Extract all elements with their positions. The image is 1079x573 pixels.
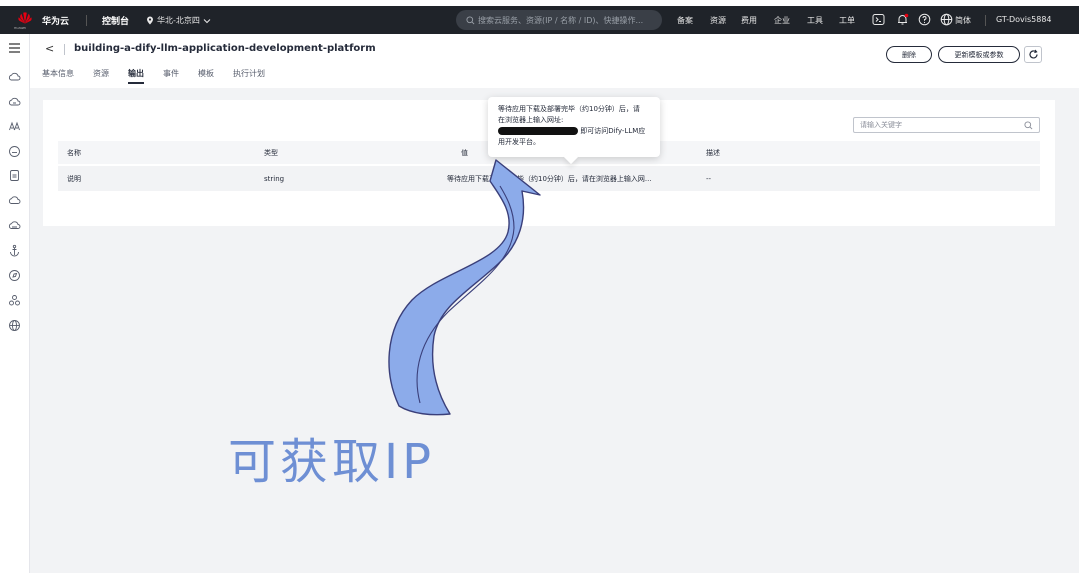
column-header-description: 描述 xyxy=(706,148,720,157)
keyword-search-input[interactable]: 请输入关键字 xyxy=(853,117,1040,133)
top-navigation-bar: HUAWEI 华为云 控制台 华北-北京四 搜索云服务、资源(IP / 名称 /… xyxy=(0,6,1079,34)
nav-item-tickets[interactable]: 工单 xyxy=(839,15,855,26)
cell-value[interactable]: 等待应用下载及部署完毕（约10分钟）后，请在浏览器上输入网... xyxy=(447,166,692,191)
cell-name: 说明 xyxy=(67,174,81,183)
tab-basic-info[interactable]: 基本信息 xyxy=(42,68,74,84)
hamburger-menu-icon[interactable] xyxy=(8,42,21,54)
search-icon xyxy=(1024,121,1033,130)
cell-type: string xyxy=(264,174,285,183)
console-link[interactable]: 控制台 xyxy=(102,14,129,27)
global-network-icon[interactable] xyxy=(8,319,21,332)
cloud-service-icon[interactable] xyxy=(8,71,21,84)
annotation-text: 可获取IP xyxy=(228,434,436,490)
chevron-down-icon xyxy=(203,18,211,23)
tab-events[interactable]: 事件 xyxy=(163,68,179,84)
cluster-icon[interactable] xyxy=(8,294,21,307)
cloud-storage-icon[interactable] xyxy=(8,96,21,109)
tooltip-line: 即可访问Dify-LLM应 xyxy=(498,126,650,137)
search-icon xyxy=(466,15,475,24)
tooltip-line: 在浏览器上输入网址: xyxy=(498,116,564,124)
tab-template[interactable]: 模板 xyxy=(198,68,214,84)
tab-execution-plan[interactable]: 执行计划 xyxy=(233,68,265,84)
terminal-icon[interactable] xyxy=(872,13,885,26)
page-title: building-a-dify-llm-application-developm… xyxy=(74,43,376,54)
nav-item-tools[interactable]: 工具 xyxy=(807,15,823,26)
anchor-icon[interactable] xyxy=(8,244,21,257)
nav-item-billing[interactable]: 费用 xyxy=(741,15,757,26)
global-search-input[interactable]: 搜索云服务、资源(IP / 名称 / ID)、快捷操作... xyxy=(456,10,662,30)
divider xyxy=(985,15,986,26)
tooltip-line: 等待应用下载及部署完毕（约10分钟）后，请 xyxy=(498,105,640,113)
column-header-name: 名称 xyxy=(67,148,81,157)
detail-tabs: 基本信息 资源 输出 事件 模板 执行计划 xyxy=(42,68,284,84)
divider xyxy=(86,15,87,26)
column-header-value: 值 xyxy=(461,148,468,157)
back-button[interactable]: < xyxy=(45,42,54,55)
cloud-icon[interactable] xyxy=(8,194,21,207)
nav-item-resources[interactable]: 资源 xyxy=(710,15,726,26)
tooltip-text: 即可访问Dify-LLM应 xyxy=(580,127,646,135)
divider xyxy=(64,44,65,55)
refresh-button[interactable] xyxy=(1024,46,1042,63)
cloud-backup-icon[interactable] xyxy=(8,219,21,232)
user-account[interactable]: GT-Dovis5884 xyxy=(996,15,1052,24)
redacted-url xyxy=(498,127,578,135)
brand-name[interactable]: 华为云 xyxy=(42,14,69,27)
cell-description: -- xyxy=(706,174,712,183)
location-pin-icon xyxy=(147,16,153,25)
update-template-button[interactable]: 更新模板或参数 xyxy=(938,46,1020,63)
delete-button[interactable]: 删除 xyxy=(886,46,932,63)
region-label: 华北-北京四 xyxy=(157,16,200,25)
compass-icon[interactable] xyxy=(8,269,21,282)
nav-item-filing[interactable]: 备案 xyxy=(677,15,693,26)
bell-icon[interactable] xyxy=(896,13,909,26)
document-icon[interactable] xyxy=(8,169,21,182)
tab-outputs[interactable]: 输出 xyxy=(128,68,144,84)
value-tooltip: 等待应用下载及部署完毕（约10分钟）后，请 在浏览器上输入网址: 即可访问Dif… xyxy=(488,97,660,165)
region-selector[interactable]: 华北-北京四 xyxy=(146,15,211,26)
help-icon[interactable] xyxy=(918,13,931,26)
logo-subtext: HUAWEI xyxy=(14,26,27,30)
search-placeholder: 搜索云服务、资源(IP / 名称 / ID)、快捷操作... xyxy=(478,15,644,25)
table-row: 说明 string 等待应用下载及部署完毕（约10分钟）后，请在浏览器上输入网.… xyxy=(58,166,1040,191)
stack-detail-header: < building-a-dify-llm-application-develo… xyxy=(30,34,1079,88)
cloud-network-icon[interactable] xyxy=(8,145,21,158)
nav-item-enterprise[interactable]: 企业 xyxy=(774,15,790,26)
globe-icon[interactable] xyxy=(940,13,953,26)
keyword-placeholder: 请输入关键字 xyxy=(860,121,902,129)
language-selector[interactable]: 简体 xyxy=(955,15,971,26)
ai-model-icon[interactable] xyxy=(8,120,21,133)
refresh-icon xyxy=(1028,49,1038,59)
column-header-type: 类型 xyxy=(264,148,278,157)
tooltip-line: 用开发平台。 xyxy=(498,138,540,146)
tab-resources[interactable]: 资源 xyxy=(93,68,109,84)
left-sidebar xyxy=(0,34,30,573)
